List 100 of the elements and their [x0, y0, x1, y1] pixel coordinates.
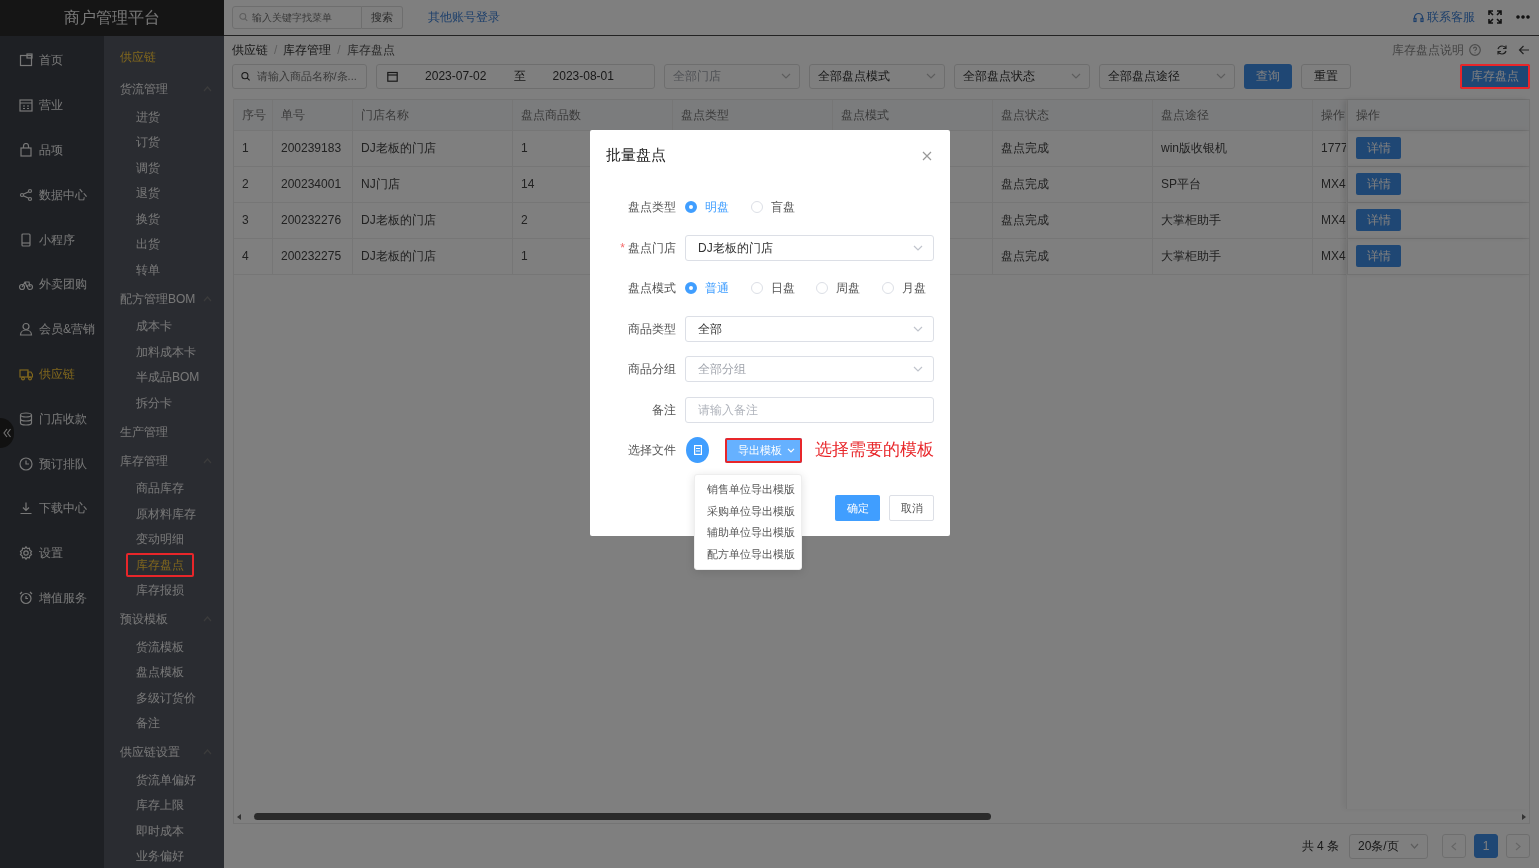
submenu-group[interactable]: 配方管理BOM	[120, 289, 196, 308]
submenu-item[interactable]: 进货	[126, 104, 170, 129]
dropdown-item[interactable]: 配方单位导出模版	[695, 543, 801, 565]
scroll-left-icon[interactable]	[237, 814, 242, 821]
breadcrumb-item: 库存盘点	[346, 41, 395, 59]
fullscreen-icon[interactable]	[1488, 10, 1502, 25]
details-button[interactable]: 详情	[1356, 173, 1401, 196]
column-header: 单号	[273, 99, 353, 130]
field-label: 选择文件	[628, 443, 676, 457]
nav-item[interactable]: 营业	[0, 82, 104, 128]
submenu-item[interactable]: 拆分卡	[126, 390, 182, 415]
table-cell: 盘点完成	[993, 238, 1153, 274]
field-label: 盘点门店	[628, 240, 676, 255]
submenu-item[interactable]: 原材料库存	[126, 501, 206, 526]
confirm-button[interactable]: 确定	[835, 495, 880, 521]
account-switch-link[interactable]: 其他账号登录	[428, 8, 500, 27]
table-cell: 盘点完成	[993, 202, 1153, 238]
nav-item[interactable]: 会员&营销	[0, 306, 104, 352]
radio-button[interactable]	[685, 201, 697, 213]
submenu-item[interactable]: 库存盘点	[126, 552, 194, 577]
scrollbar-thumb[interactable]	[254, 813, 992, 821]
column-header: 序号	[234, 99, 273, 130]
date-range-field[interactable]: 2023-07-02 至 2023-08-01	[376, 63, 655, 89]
reset-button[interactable]: 重置	[1301, 63, 1351, 89]
field-label: 备注	[652, 402, 676, 417]
table-cell: DJ老板的门店	[353, 202, 513, 238]
nav-item[interactable]: 下载中心	[0, 485, 104, 531]
table-cell: DJ老板的门店	[353, 130, 513, 166]
submenu-item[interactable]: 多级订货价	[126, 685, 206, 710]
submenu-item[interactable]: 库存报损	[126, 578, 194, 603]
filter-select[interactable]: 全部盘点状态	[954, 63, 1090, 89]
nav-item[interactable]: 小程序	[0, 217, 104, 262]
back-arrow-icon[interactable]	[1518, 43, 1530, 56]
submenu-item[interactable]: 转单	[126, 257, 170, 282]
page-button[interactable]: 1	[1474, 834, 1498, 859]
details-button[interactable]: 详情	[1356, 137, 1401, 160]
submenu-item[interactable]: 变动明细	[126, 527, 194, 552]
submenu-item[interactable]: 盘点模板	[126, 660, 194, 685]
breadcrumb-item[interactable]: 库存管理	[283, 40, 332, 59]
submenu-item[interactable]: 成本卡	[126, 314, 182, 339]
select-field[interactable]: 全部	[685, 315, 934, 342]
radio-label: 明盘	[705, 199, 729, 216]
select-field[interactable]: DJ老板的门店	[685, 234, 934, 261]
nav-item[interactable]: 增值服务	[0, 575, 104, 621]
submenu-item[interactable]: 备注	[126, 711, 170, 736]
upload-button[interactable]	[686, 437, 709, 463]
nav-item[interactable]: 数据中心	[0, 172, 104, 218]
search-input[interactable]: 请输入商品名称/条...	[256, 67, 358, 85]
table-cell: MX4	[1313, 238, 1348, 274]
submenu-group[interactable]: 预设模板	[120, 610, 168, 628]
nav-item[interactable]: 品项	[0, 127, 104, 173]
search-field[interactable]: 请输入商品名称/条...	[232, 63, 367, 89]
submenu-group[interactable]: 生产管理	[120, 422, 168, 441]
submenu-item[interactable]: 加料成本卡	[126, 339, 206, 364]
nav-item[interactable]: 首页	[0, 38, 104, 83]
nav-item[interactable]: 设置	[0, 530, 104, 576]
submenu-item[interactable]: 即时成本	[126, 818, 194, 843]
page-size-select[interactable]: 20条/页	[1349, 833, 1428, 859]
support-link[interactable]: 联系客服	[1413, 8, 1475, 27]
submenu-group[interactable]: 货流管理	[120, 80, 168, 98]
submenu-item[interactable]: 退货	[126, 181, 170, 206]
input-field[interactable]: 请输入备注	[685, 396, 934, 423]
nav-item[interactable]: 外卖团购	[0, 262, 104, 307]
submenu-item[interactable]: 业务偏好	[126, 844, 194, 868]
radio-label: 月盘	[901, 280, 926, 297]
radio-label: 普通	[705, 280, 729, 297]
search-icon	[239, 12, 248, 23]
submenu-item[interactable]: 半成品BOM	[126, 365, 210, 390]
submenu-item[interactable]: 订货	[126, 130, 170, 155]
dropdown-item[interactable]: 销售单位导出模版	[695, 478, 801, 500]
refresh-icon[interactable]	[1496, 43, 1508, 56]
submenu-group[interactable]: 库存管理	[120, 451, 168, 470]
submenu-item[interactable]: 换货	[126, 206, 170, 231]
submenu-item[interactable]: 货流模板	[126, 634, 194, 659]
table-cell: 盘点完成	[993, 166, 1153, 202]
breadcrumb-item[interactable]: 供应链	[232, 40, 268, 59]
details-button[interactable]: 详情	[1356, 245, 1401, 268]
scroll-right-icon[interactable]	[1521, 814, 1526, 821]
calendar-icon	[387, 70, 398, 82]
radio-button[interactable]	[685, 282, 697, 294]
submenu-item[interactable]: 调货	[126, 155, 170, 180]
filter-select[interactable]: 全部盘点模式	[809, 63, 945, 89]
collapse-button[interactable]	[0, 418, 14, 448]
search-icon	[241, 70, 251, 82]
submenu-item[interactable]: 出货	[126, 232, 170, 257]
dropdown-item[interactable]: 辅助单位导出模版	[695, 521, 801, 543]
details-button[interactable]: 详情	[1356, 209, 1401, 232]
filter-select[interactable]: 全部盘点途径	[1099, 63, 1235, 89]
person-icon	[19, 322, 33, 337]
nav-item[interactable]: 供应链	[0, 351, 104, 397]
app-title: 商户管理平台	[0, 0, 224, 36]
cancel-button[interactable]: 取消	[889, 495, 934, 521]
submenu-item[interactable]: 货流单偏好	[126, 767, 206, 792]
dropdown-item[interactable]: 采购单位导出模版	[695, 500, 801, 522]
query-button[interactable]: 查询	[1244, 63, 1292, 89]
select-field[interactable]: 全部分组	[685, 356, 934, 382]
search-button[interactable]: 搜索	[362, 5, 403, 29]
submenu-item[interactable]: 商品库存	[126, 476, 194, 501]
chevron-down-icon	[926, 73, 936, 80]
table-cell: 大掌柜助手	[1153, 202, 1313, 238]
